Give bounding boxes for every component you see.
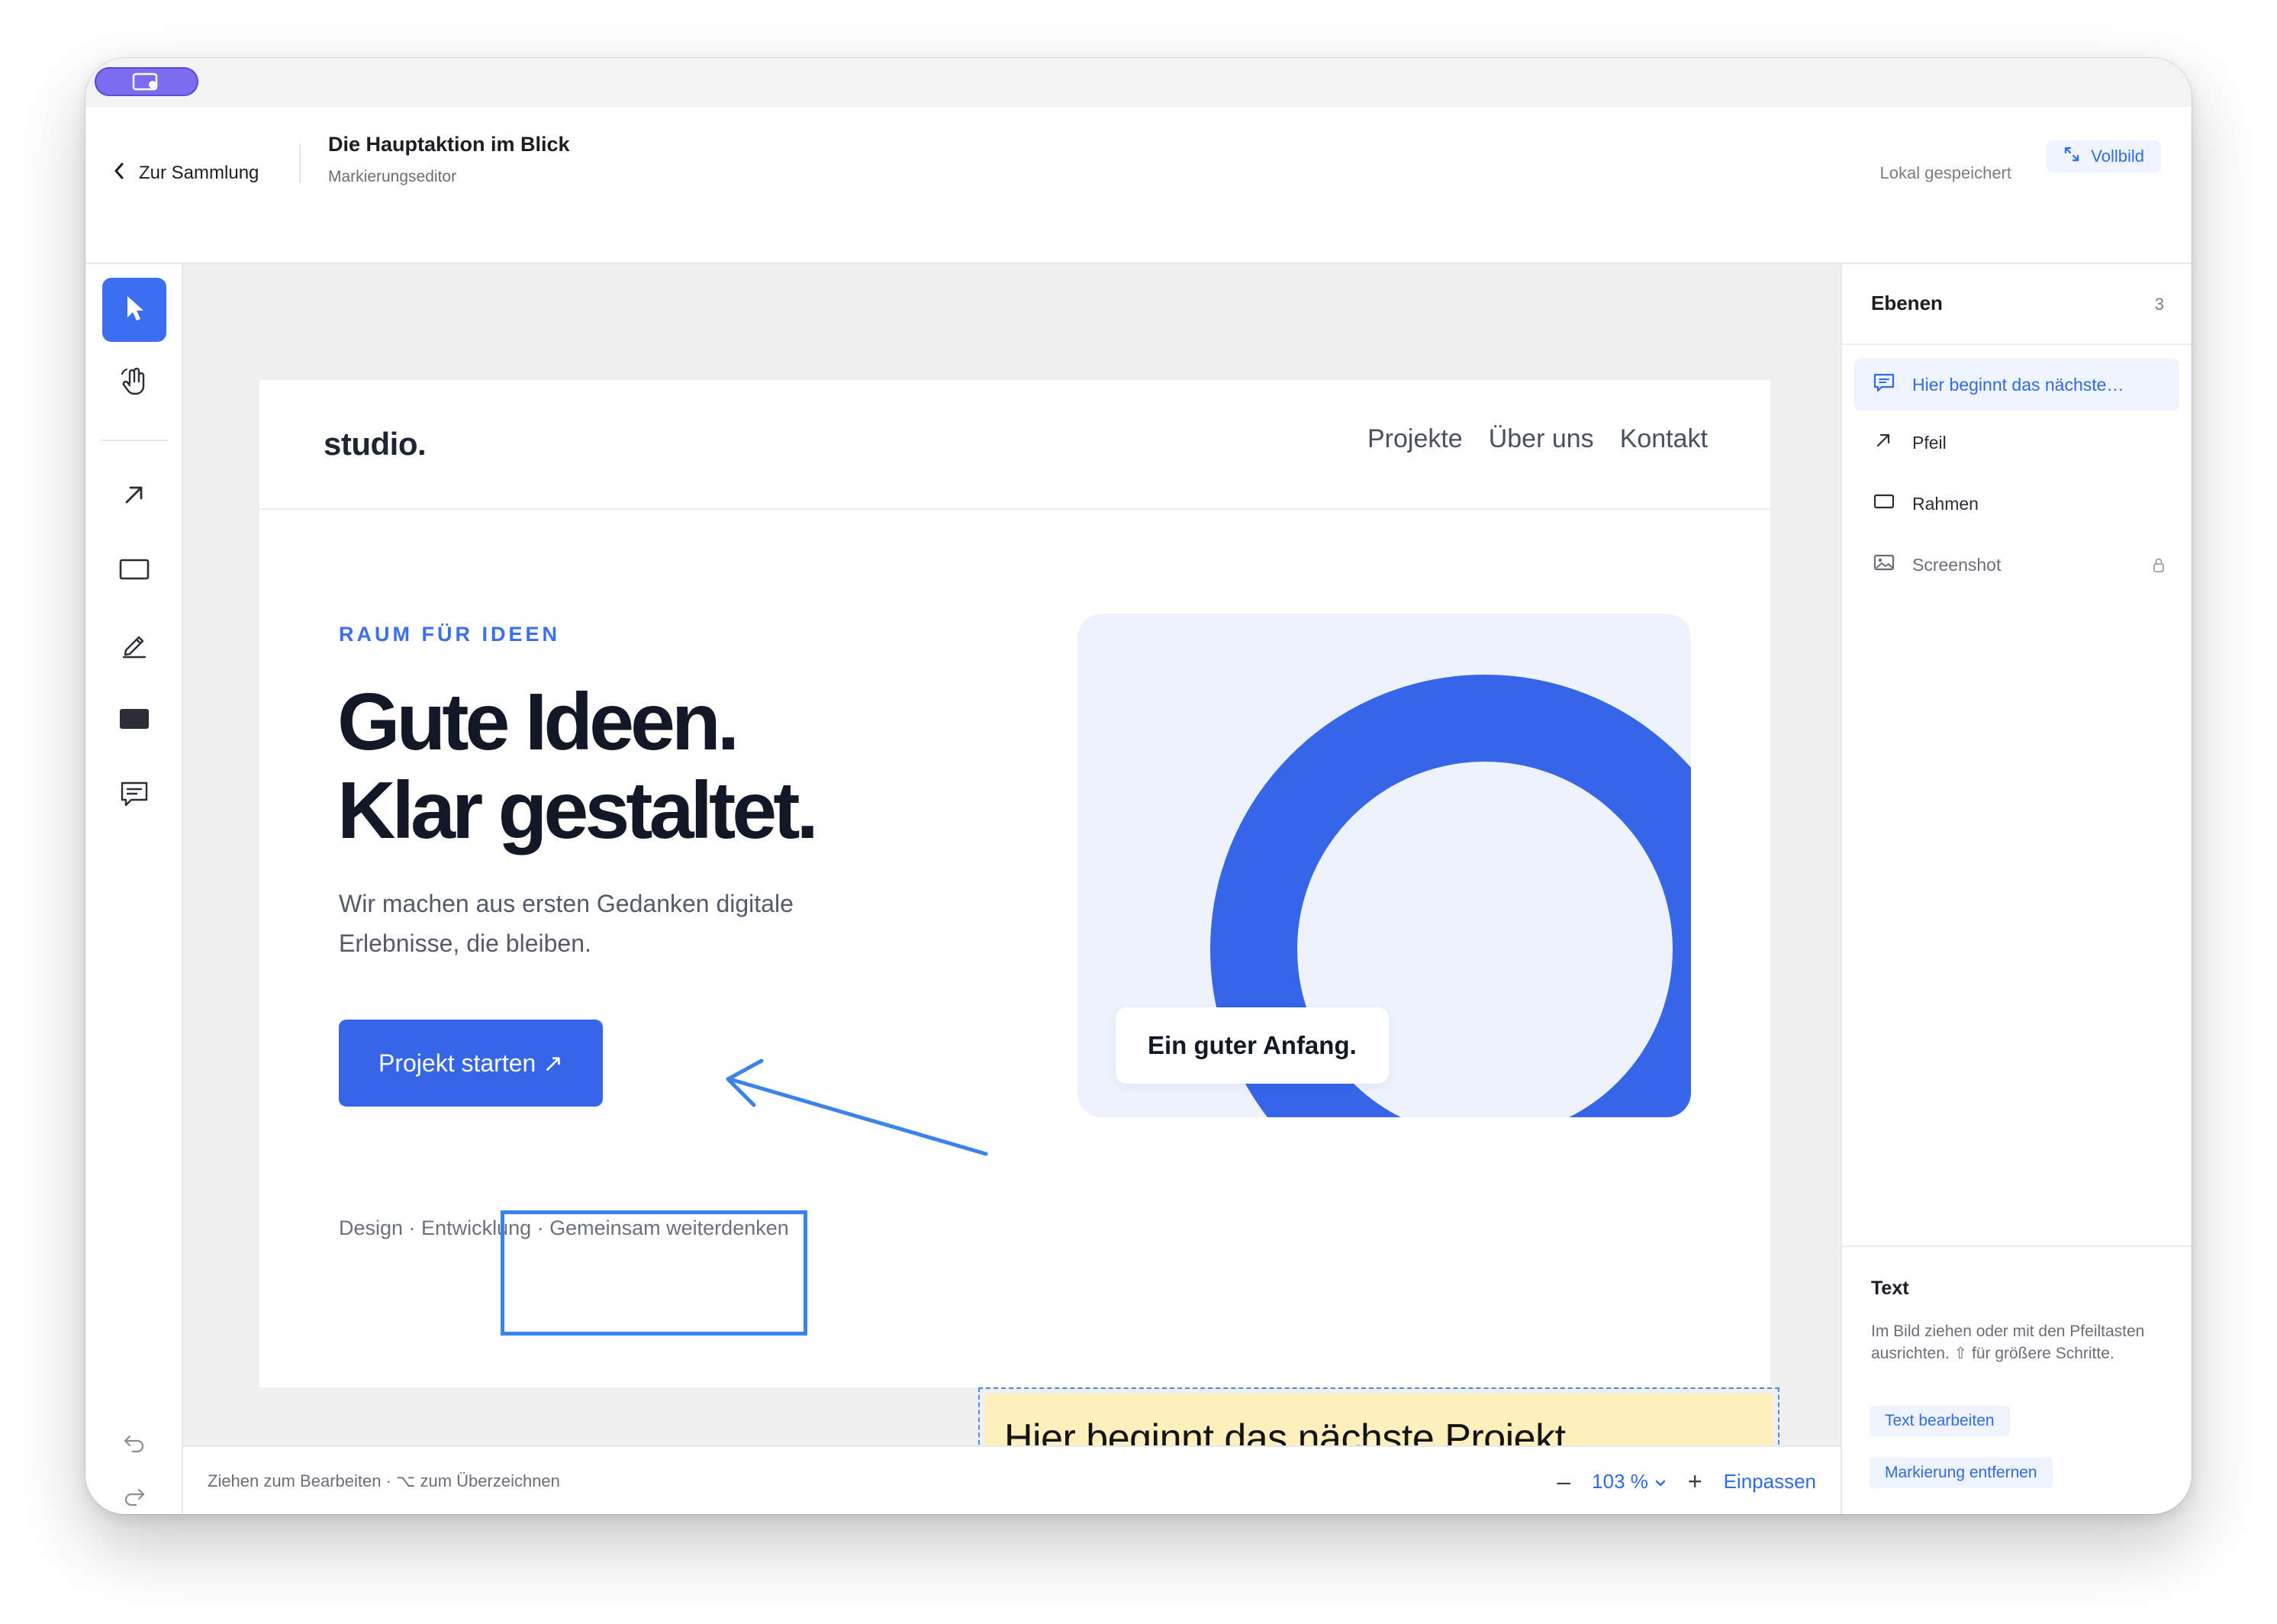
expand-icon <box>2063 146 2080 167</box>
arrow-tool-button[interactable] <box>102 464 166 528</box>
brand-logo: studio. <box>324 426 427 462</box>
lock-icon[interactable] <box>2152 557 2166 578</box>
app-window: Zur Sammlung Die Hauptaktion im Blick Ma… <box>85 58 2192 1514</box>
rectangle-icon <box>1873 491 1895 517</box>
redact-tool-button[interactable] <box>102 688 166 752</box>
fullscreen-button[interactable]: Vollbild <box>2047 140 2161 172</box>
hero-cta-button: Projekt starten ↗ <box>339 1020 603 1107</box>
rectangle-icon <box>118 556 151 586</box>
arrow-icon <box>121 481 148 512</box>
headline-line-2: Klar gestaltet. <box>337 765 819 856</box>
properties-section: Text Im Bild ziehen oder mit den Pfeilta… <box>1842 1245 2192 1514</box>
layer-item-screenshot[interactable]: Screenshot <box>1854 539 2179 591</box>
filled-rectangle-icon <box>118 706 151 736</box>
cta-label: Projekt starten ↗ <box>378 1049 563 1077</box>
layers-panel: Ebenen 3 Hier beginnt das nächste… Pfeil… <box>1841 264 2192 1514</box>
page-nav-links: Projekte Über uns Kontakt <box>1367 424 1708 454</box>
zoom-out-button[interactable]: – <box>1557 1468 1570 1496</box>
remove-annotation-button[interactable]: Markierung entfernen <box>1870 1458 2053 1488</box>
layer-item-label: Hier beginnt das nächste… <box>1912 374 2124 395</box>
back-button-label: Zur Sammlung <box>139 163 259 183</box>
hand-icon <box>118 365 151 402</box>
properties-title: Text <box>1871 1278 1909 1299</box>
layer-item-frame[interactable]: Rahmen <box>1854 478 2179 530</box>
properties-hint: Im Bild ziehen oder mit den Pfeiltasten … <box>1871 1323 2145 1362</box>
comment-icon <box>1873 372 1895 398</box>
document-title: Die Hauptaktion im Blick <box>328 133 570 156</box>
fullscreen-label: Vollbild <box>2091 147 2144 166</box>
pen-icon <box>119 629 150 663</box>
zoom-in-button[interactable]: + <box>1688 1468 1702 1496</box>
screen-share-icon[interactable] <box>95 67 198 96</box>
layer-item-label: Pfeil <box>1912 432 1947 453</box>
save-status: Lokal gespeichert <box>1879 163 2011 182</box>
comment-icon <box>118 778 150 813</box>
layers-panel-header: Ebenen 3 <box>1842 264 2192 345</box>
layer-item-label: Screenshot <box>1912 554 2002 575</box>
back-to-collection-button[interactable]: Zur Sammlung <box>113 153 259 194</box>
zoom-controls: – 103 % + Einpassen <box>1557 1447 1816 1514</box>
pan-tool-button[interactable] <box>102 351 166 415</box>
document-subtitle: Markierungseditor <box>328 168 457 185</box>
fit-button[interactable]: Einpassen <box>1724 1470 1816 1494</box>
screenshot-page: studio. Projekte Über uns Kontakt RAUM F… <box>259 380 1770 1387</box>
chevron-left-icon <box>113 161 125 186</box>
nav-link-ueber-uns: Über uns <box>1488 424 1594 453</box>
arrow-icon <box>1873 430 1895 456</box>
select-tool-button[interactable] <box>102 278 166 342</box>
headline-line-1: Gute Ideen. <box>337 677 739 767</box>
redo-icon <box>122 1485 147 1510</box>
zoom-level-value: 103 % <box>1592 1469 1648 1493</box>
undo-icon <box>122 1432 147 1457</box>
status-bar: Ziehen zum Bearbeiten · ⌥ zum Überzeichn… <box>183 1445 1841 1514</box>
layer-item-arrow[interactable]: Pfeil <box>1854 417 2179 469</box>
frame-annotation[interactable] <box>501 1210 807 1336</box>
comment-tool-button[interactable] <box>102 763 166 827</box>
hero-caption: Ein guter Anfang. <box>1116 1007 1389 1084</box>
pen-tool-button[interactable] <box>102 614 166 678</box>
header-divider <box>299 143 301 183</box>
hero-lead-text: Wir machen aus ersten Gedanken digitale … <box>339 890 794 957</box>
cursor-icon <box>121 293 147 327</box>
chevron-down-icon <box>1654 1470 1667 1494</box>
zoom-level-select[interactable]: 103 % <box>1592 1470 1667 1494</box>
editor-canvas[interactable]: studio. Projekte Über uns Kontakt RAUM F… <box>183 264 1841 1500</box>
status-hint: Ziehen zum Bearbeiten · ⌥ zum Überzeichn… <box>208 1471 560 1490</box>
hero-eyebrow: RAUM FÜR IDEEN <box>339 623 560 646</box>
edit-text-button[interactable]: Text bearbeiten <box>1870 1406 2010 1436</box>
tool-sidebar <box>85 264 183 1514</box>
hero-illustration-card: Ein guter Anfang. <box>1077 614 1691 1117</box>
layers-title: Ebenen <box>1871 292 1943 314</box>
nav-link-projekte: Projekte <box>1367 424 1463 453</box>
layers-count: 3 <box>2154 295 2164 314</box>
layer-item-label: Rahmen <box>1912 493 1979 514</box>
redo-button[interactable] <box>102 1465 166 1514</box>
hero-headline: Gute Ideen. Klar gestaltet. <box>337 677 819 856</box>
layer-item-text[interactable]: Hier beginnt das nächste… <box>1854 359 2179 411</box>
toolbar-divider <box>101 440 168 441</box>
page-navbar: studio. Projekte Über uns Kontakt <box>259 380 1770 510</box>
image-icon <box>1873 552 1895 578</box>
nav-link-kontakt: Kontakt <box>1619 424 1708 453</box>
title-bar <box>85 58 2192 107</box>
rectangle-tool-button[interactable] <box>102 539 166 603</box>
editor-header: Zur Sammlung Die Hauptaktion im Blick Ma… <box>85 107 2192 264</box>
